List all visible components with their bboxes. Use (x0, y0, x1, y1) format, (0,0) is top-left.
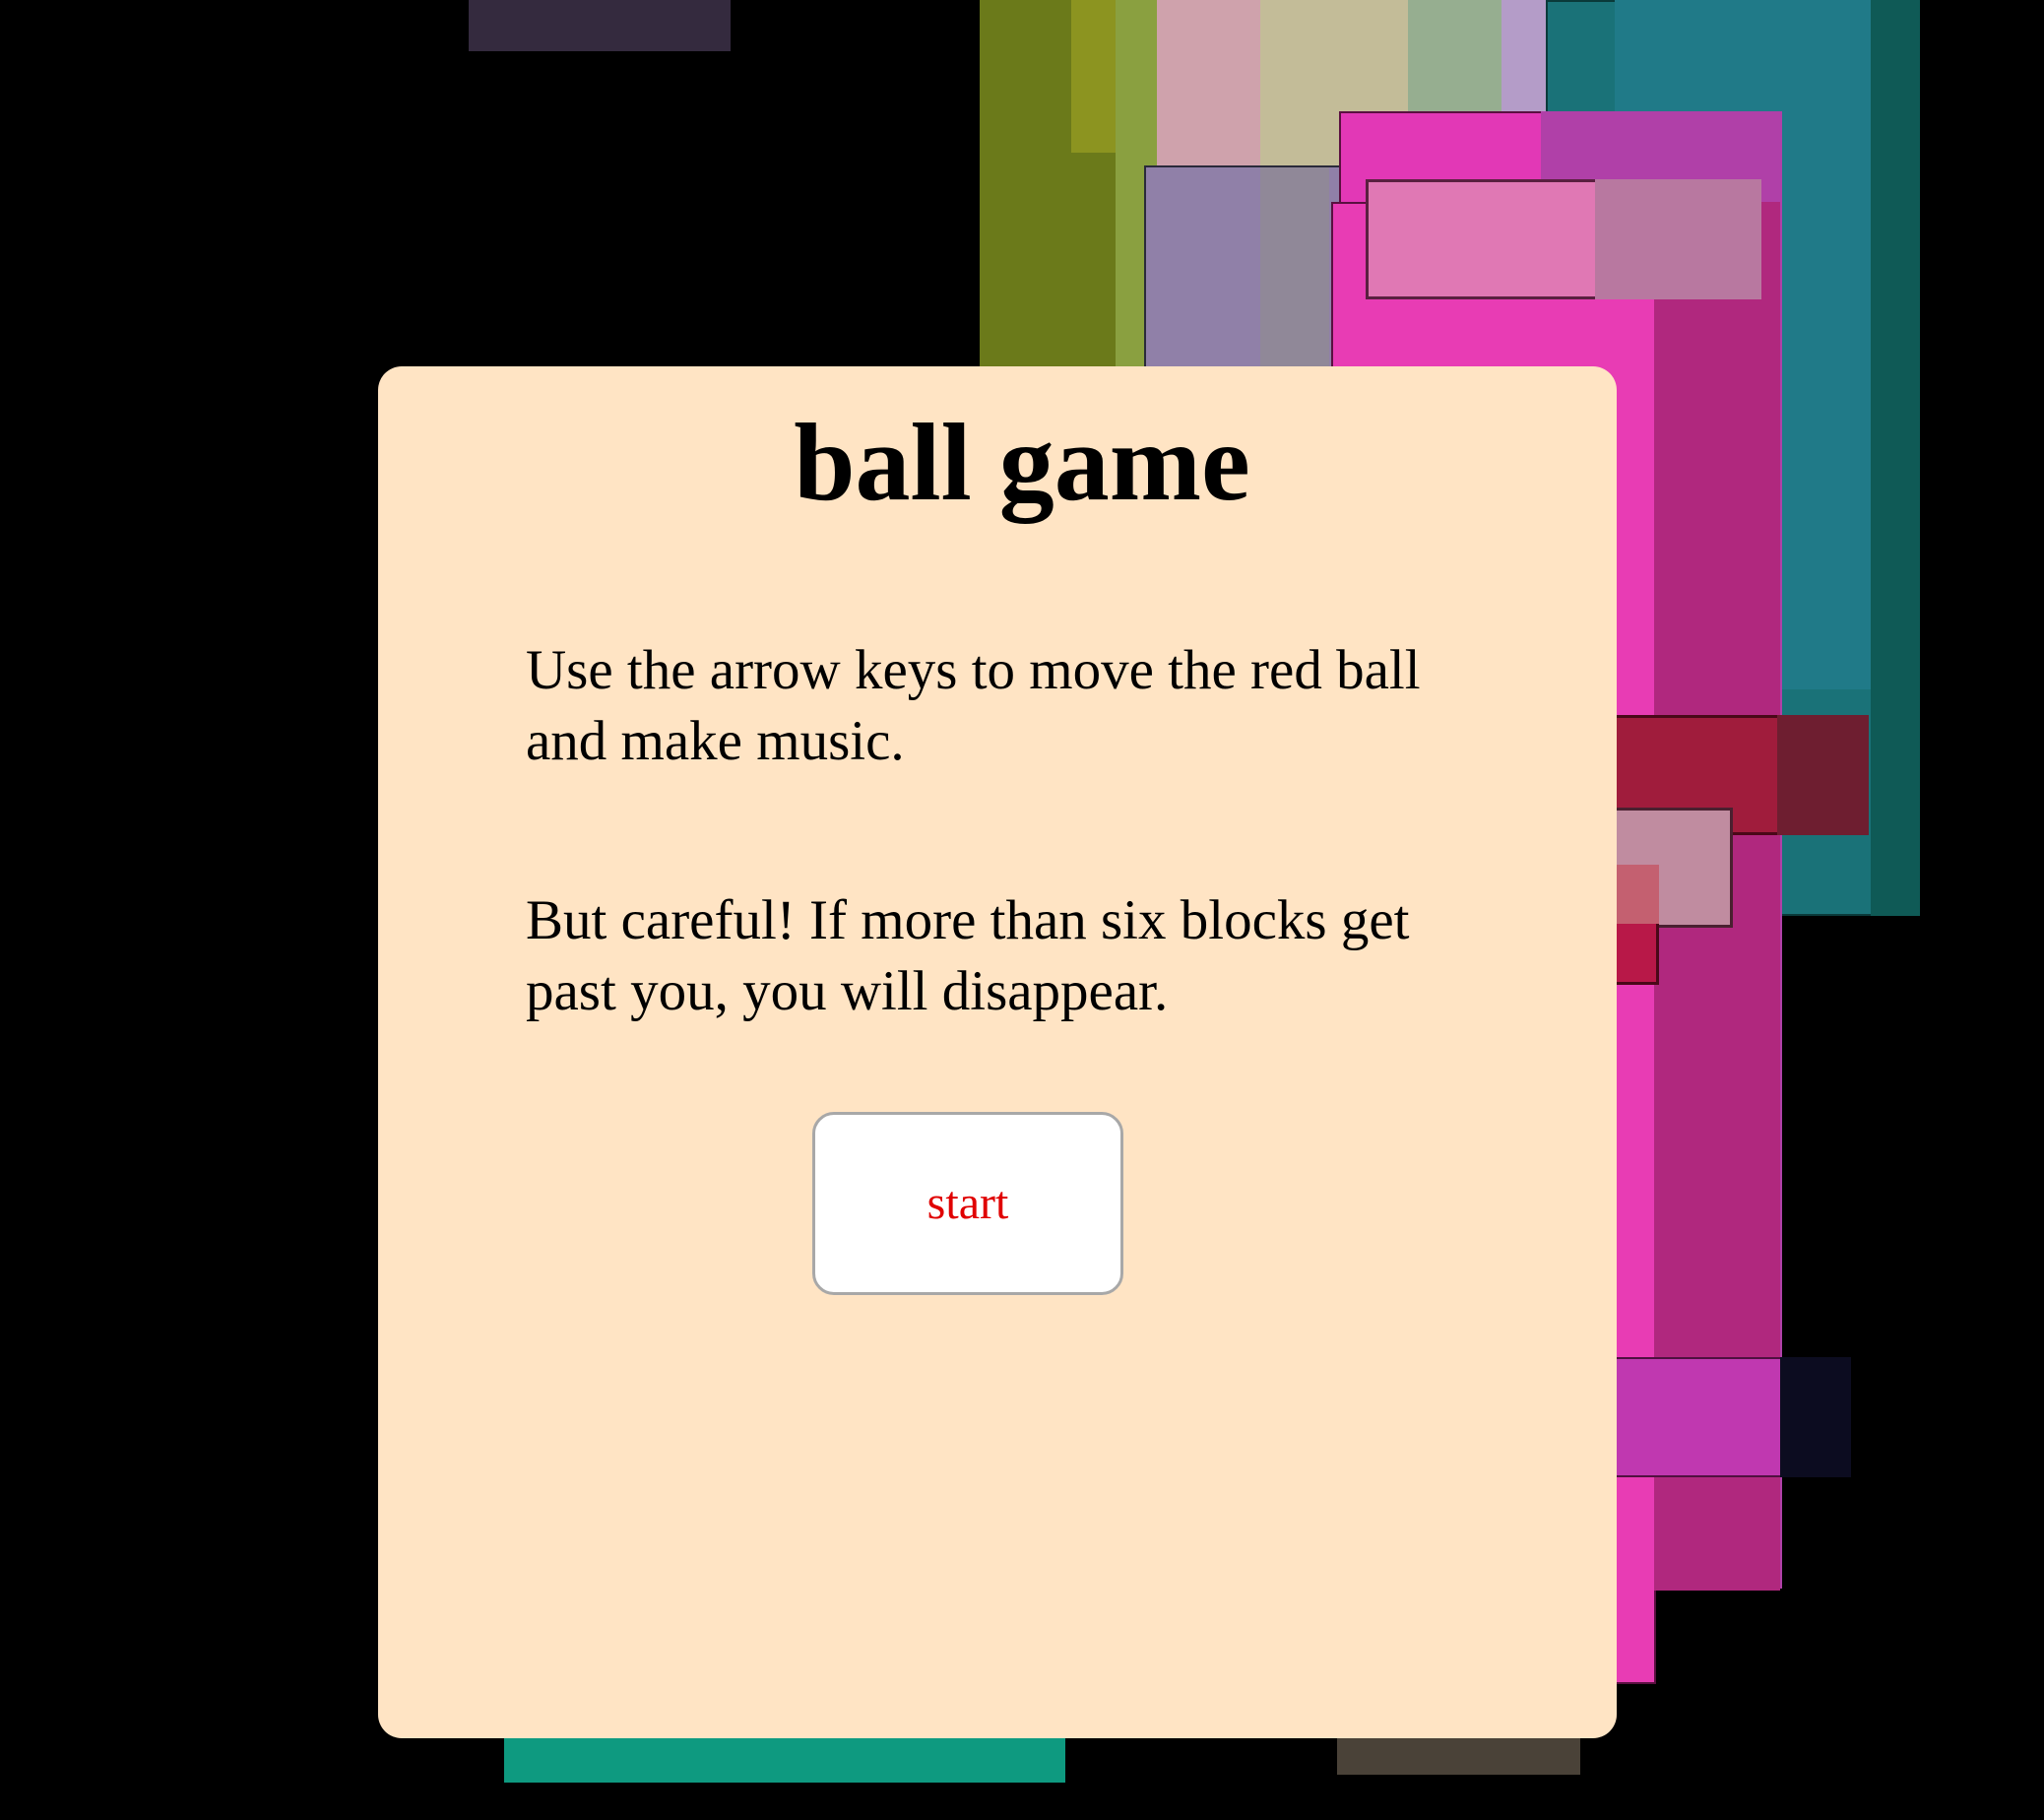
instruction-controls: Use the arrow keys to move the red ball … (526, 639, 1421, 772)
instruction-warning: But careful! If more than six blocks get… (526, 889, 1410, 1022)
falling-block (1337, 1733, 1580, 1775)
falling-block (504, 1733, 1065, 1783)
game-canvas: ball game Use the arrow keys to move the… (0, 0, 2044, 1820)
falling-block (1071, 0, 1116, 153)
falling-block (1780, 1357, 1851, 1477)
falling-block (1777, 715, 1869, 835)
dialog-title: ball game (794, 402, 1250, 524)
instructions-dialog (378, 366, 1617, 1738)
falling-block (469, 0, 731, 51)
start-button[interactable]: start (812, 1112, 1123, 1295)
falling-block (1595, 179, 1761, 299)
